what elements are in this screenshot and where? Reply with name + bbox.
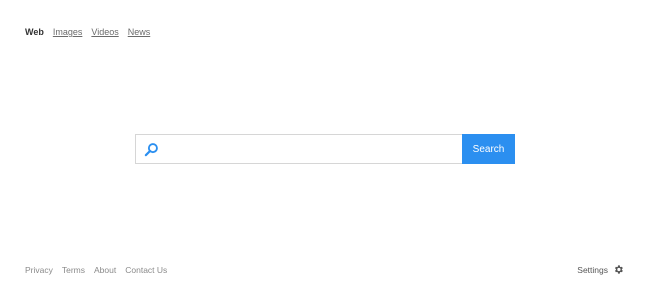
search-box[interactable] — [135, 134, 462, 164]
footer-link-contact-us[interactable]: Contact Us — [125, 265, 167, 275]
gear-icon — [614, 265, 623, 274]
search-icon — [144, 143, 158, 157]
search-button[interactable]: Search — [462, 134, 515, 164]
nav-item-images[interactable]: Images — [53, 27, 83, 38]
footer-link-privacy[interactable]: Privacy — [25, 265, 53, 275]
nav-item-videos[interactable]: Videos — [91, 27, 118, 38]
settings-button[interactable]: Settings — [577, 264, 624, 275]
footer-links: Privacy Terms About Contact Us — [25, 265, 167, 275]
settings-label: Settings — [577, 264, 608, 275]
footer-link-terms[interactable]: Terms — [62, 265, 85, 275]
nav-item-news[interactable]: News — [128, 27, 151, 38]
top-nav: Web Images Videos News — [25, 27, 150, 38]
search-input[interactable] — [164, 135, 454, 163]
footer-link-about[interactable]: About — [94, 265, 116, 275]
nav-item-web[interactable]: Web — [25, 27, 44, 38]
search-bar: Search — [135, 134, 515, 164]
